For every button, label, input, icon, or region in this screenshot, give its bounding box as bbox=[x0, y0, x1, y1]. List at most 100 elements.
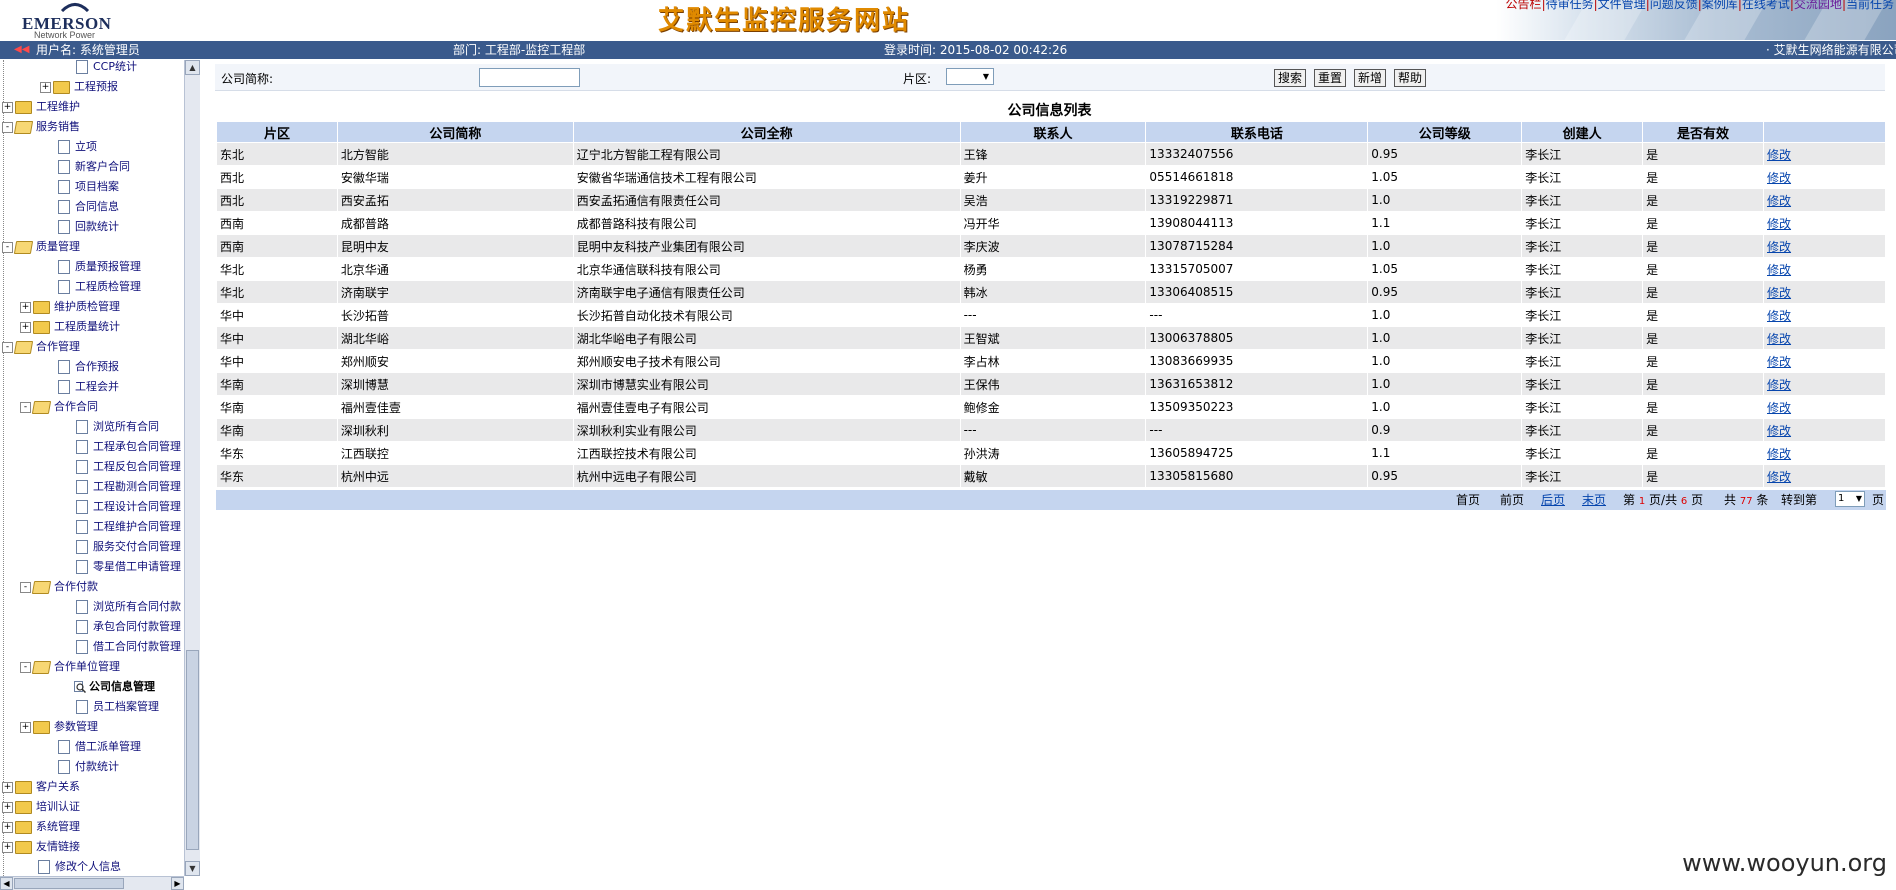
expand-icon[interactable]: + bbox=[40, 81, 51, 93]
tree-item[interactable]: 服务交付合同管理 bbox=[76, 538, 181, 556]
edit-link[interactable]: 修改 bbox=[1767, 194, 1791, 208]
edit-link[interactable]: 修改 bbox=[1767, 263, 1791, 277]
edit-link[interactable]: 修改 bbox=[1767, 286, 1791, 300]
edit-link[interactable]: 修改 bbox=[1767, 309, 1791, 323]
first-page-link[interactable]: 首页 bbox=[1456, 490, 1480, 510]
tree-item[interactable]: 回款统计 bbox=[58, 218, 119, 236]
edit-link[interactable]: 修改 bbox=[1767, 355, 1791, 369]
edit-link[interactable]: 修改 bbox=[1767, 240, 1791, 254]
tree-item[interactable]: + 友情链接 bbox=[2, 838, 80, 856]
tree-item[interactable]: + 客户关系 bbox=[2, 778, 80, 796]
tree-item[interactable]: - 合作单位管理 bbox=[20, 658, 120, 676]
top-link[interactable]: 待审任务 bbox=[1546, 0, 1594, 11]
prev-page-link[interactable]: 前页 bbox=[1500, 490, 1524, 510]
edit-link[interactable]: 修改 bbox=[1767, 378, 1791, 392]
scroll-right-icon[interactable]: ▶ bbox=[171, 877, 184, 890]
tree-item[interactable]: 员工档案管理 bbox=[76, 698, 159, 716]
collapse-icon[interactable]: - bbox=[2, 241, 13, 253]
tree-item[interactable]: 公司信息管理 bbox=[74, 678, 155, 696]
expand-icon[interactable]: + bbox=[2, 101, 13, 113]
tree-horizontal-scrollbar[interactable]: ◀ ▶ bbox=[0, 876, 184, 890]
expand-icon[interactable]: + bbox=[2, 781, 13, 793]
scroll-left-icon[interactable]: ◀ bbox=[0, 877, 13, 890]
collapse-icon[interactable]: - bbox=[20, 581, 31, 593]
collapse-icon[interactable]: - bbox=[20, 401, 31, 413]
edit-link[interactable]: 修改 bbox=[1767, 171, 1791, 185]
top-link[interactable]: 案例库 bbox=[1702, 0, 1738, 11]
top-link[interactable]: 问题反馈 bbox=[1650, 0, 1698, 11]
tree-item[interactable]: - 服务销售 bbox=[2, 118, 80, 136]
edit-link[interactable]: 修改 bbox=[1767, 217, 1791, 231]
expand-icon[interactable]: + bbox=[20, 321, 31, 333]
tree-item[interactable]: 新客户合同 bbox=[58, 158, 130, 176]
edit-link[interactable]: 修改 bbox=[1767, 401, 1791, 415]
goto-page-select[interactable]: 1 ▼ bbox=[1835, 491, 1865, 507]
tree-item[interactable]: 借工合同付款管理 bbox=[76, 638, 181, 656]
tree-item[interactable]: + 系统管理 bbox=[2, 818, 80, 836]
collapse-icon[interactable]: - bbox=[2, 121, 13, 133]
reset-button[interactable]: 重置 bbox=[1314, 69, 1347, 87]
collapse-icon[interactable]: - bbox=[20, 661, 31, 673]
tree-item[interactable]: - 合作合同 bbox=[20, 398, 98, 416]
top-link[interactable]: 交流园地 bbox=[1794, 0, 1842, 11]
tree-item[interactable]: 立项 bbox=[58, 138, 97, 156]
tree-item[interactable]: + 维护质检管理 bbox=[20, 298, 120, 316]
tree-item[interactable]: 付款统计 bbox=[58, 758, 119, 776]
tree-item[interactable]: 承包合同付款管理 bbox=[76, 618, 181, 636]
expand-icon[interactable]: + bbox=[2, 821, 13, 833]
tree-item[interactable]: 合同信息 bbox=[58, 198, 119, 216]
company-short-input[interactable] bbox=[479, 68, 580, 87]
tree-item[interactable]: + 培训认证 bbox=[2, 798, 80, 816]
help-button[interactable]: 帮助 bbox=[1394, 69, 1427, 87]
tree-item[interactable]: - 合作管理 bbox=[2, 338, 80, 356]
tree-item[interactable]: 项目档案 bbox=[58, 178, 119, 196]
edit-link[interactable]: 修改 bbox=[1767, 447, 1791, 461]
expand-icon[interactable]: + bbox=[2, 841, 13, 853]
arrow-left-icon[interactable]: ◀◀ bbox=[14, 41, 29, 59]
top-link[interactable]: 当前任务 bbox=[1846, 0, 1894, 11]
scroll-thumb-horizontal[interactable] bbox=[14, 878, 124, 889]
table-cell: 江西联控 bbox=[336, 441, 574, 465]
edit-link[interactable]: 修改 bbox=[1767, 424, 1791, 438]
tree-item[interactable]: 工程承包合同管理 bbox=[76, 438, 181, 456]
tree-item[interactable]: 工程会并 bbox=[58, 378, 119, 396]
tree-item[interactable]: 工程设计合同管理 bbox=[76, 498, 181, 516]
tree-item[interactable]: - 合作付款 bbox=[20, 578, 98, 596]
edit-link[interactable]: 修改 bbox=[1767, 332, 1791, 346]
tree-item[interactable]: + 工程预报 bbox=[40, 78, 118, 96]
scroll-down-icon[interactable]: ▼ bbox=[185, 861, 200, 876]
add-button[interactable]: 新增 bbox=[1354, 69, 1387, 87]
tree-item[interactable]: 工程维护合同管理 bbox=[76, 518, 181, 536]
region-select[interactable]: ▼ bbox=[946, 68, 994, 85]
top-link[interactable]: 文件管理 bbox=[1598, 0, 1646, 11]
search-button[interactable]: 搜索 bbox=[1274, 69, 1307, 87]
top-link[interactable]: 公告栏 bbox=[1506, 0, 1542, 11]
tree-item[interactable]: 修改个人信息 bbox=[38, 858, 121, 876]
edit-link[interactable]: 修改 bbox=[1767, 470, 1791, 484]
expand-icon[interactable]: + bbox=[2, 801, 13, 813]
scroll-thumb[interactable] bbox=[186, 650, 199, 850]
last-page-link[interactable]: 末页 bbox=[1582, 490, 1606, 510]
tree-item[interactable]: + 工程质量统计 bbox=[20, 318, 120, 336]
tree-item[interactable]: CCP统计 bbox=[76, 60, 137, 76]
tree-item[interactable]: 合作预报 bbox=[58, 358, 119, 376]
tree-item[interactable]: 质量预报管理 bbox=[58, 258, 141, 276]
tree-vertical-scrollbar[interactable]: ▲ ▼ bbox=[184, 60, 200, 876]
next-page-link[interactable]: 后页 bbox=[1541, 490, 1565, 510]
tree-item[interactable]: 工程勘测合同管理 bbox=[76, 478, 181, 496]
tree-item[interactable]: + 参数管理 bbox=[20, 718, 98, 736]
tree-item[interactable]: 借工派单管理 bbox=[58, 738, 141, 756]
tree-item[interactable]: 零星借工申请管理 bbox=[76, 558, 181, 576]
tree-item[interactable]: 浏览所有合同 bbox=[76, 418, 159, 436]
edit-link[interactable]: 修改 bbox=[1767, 148, 1791, 162]
tree-item[interactable]: 浏览所有合同付款 bbox=[76, 598, 181, 616]
tree-item[interactable]: 工程反包合同管理 bbox=[76, 458, 181, 476]
expand-icon[interactable]: + bbox=[20, 721, 31, 733]
tree-item[interactable]: - 质量管理 bbox=[2, 238, 80, 256]
tree-item[interactable]: + 工程维护 bbox=[2, 98, 80, 116]
expand-icon[interactable]: + bbox=[20, 301, 31, 313]
scroll-up-icon[interactable]: ▲ bbox=[185, 60, 200, 75]
collapse-icon[interactable]: - bbox=[2, 341, 13, 353]
tree-item[interactable]: 工程质检管理 bbox=[58, 278, 141, 296]
top-link[interactable]: 在线考试 bbox=[1742, 0, 1790, 11]
